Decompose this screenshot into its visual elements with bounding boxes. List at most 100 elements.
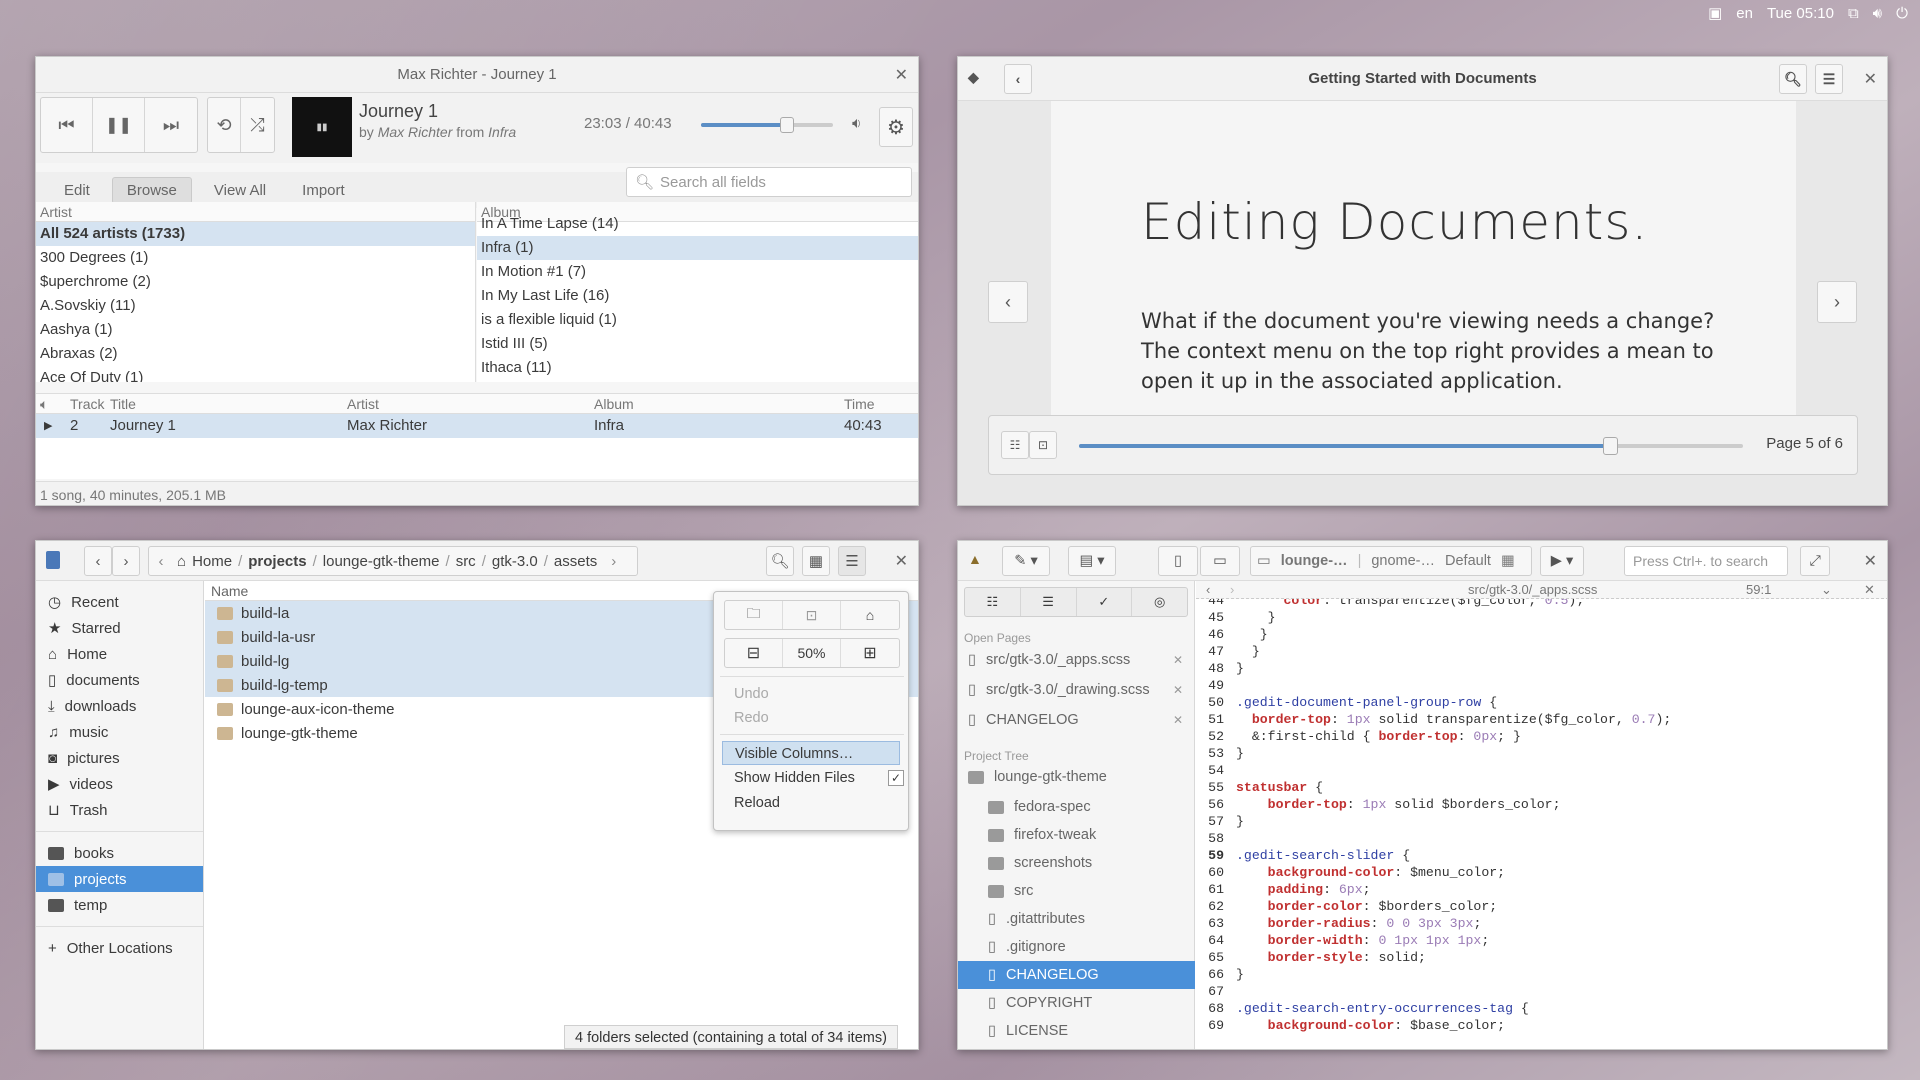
tree-item[interactable]: ▯ .gitattributes	[958, 905, 1195, 933]
sidebar-other-locations[interactable]: + Other Locations	[36, 935, 203, 961]
tree-item[interactable]: ▯ CHANGELOG	[958, 961, 1195, 989]
save-button[interactable]: ▤ ▾	[1068, 546, 1116, 576]
back-button[interactable]: ‹	[84, 546, 112, 576]
menu-undo[interactable]: Undo	[734, 686, 769, 702]
scheme-icon[interactable]: ▦	[1501, 553, 1515, 569]
album-row[interactable]: Istid III (5)	[477, 332, 918, 356]
repeat-button[interactable]: ⟲	[208, 98, 241, 152]
path-projects[interactable]: projects	[248, 553, 306, 570]
git-tab[interactable]: ◎	[1132, 588, 1187, 616]
power-icon[interactable]: ⏻	[1896, 5, 1908, 22]
open-page-item[interactable]: ▯ src/gtk-3.0/_drawing.scss ✕	[958, 675, 1195, 705]
menu-button[interactable]: ☰	[838, 546, 866, 576]
symbols-tab[interactable]: ☰	[1021, 588, 1077, 616]
tree-root[interactable]: lounge-gtk-theme	[958, 763, 1195, 791]
sidebar-item-downloads[interactable]: ⤓ downloads	[36, 693, 203, 719]
outline-button[interactable]: ☷	[1001, 431, 1029, 459]
tab-import[interactable]: Import	[288, 178, 359, 203]
search-button[interactable]: 🔍︎	[1779, 64, 1807, 94]
zoom-in-button[interactable]: ⊞	[841, 639, 899, 667]
close-doc-icon[interactable]: ✕	[1864, 582, 1875, 598]
path-gtk3[interactable]: gtk-3.0	[492, 553, 538, 570]
next-doc-arrow[interactable]: ›	[1230, 582, 1234, 597]
language-indicator[interactable]: en	[1736, 5, 1753, 22]
sidebar-item-recent[interactable]: ◷ Recent	[36, 589, 203, 615]
album-row[interactable]: IX (9)	[477, 380, 918, 382]
col-title[interactable]: Title	[110, 394, 347, 413]
artist-row[interactable]: 300 Degrees (1)	[36, 246, 475, 270]
code-view[interactable]: 44 color: transparentize($fg_color, 0.5)…	[1196, 599, 1887, 1049]
tab-view-all[interactable]: View All	[200, 178, 280, 203]
close-page-icon[interactable]: ✕	[1173, 683, 1183, 697]
close-icon[interactable]: ✕	[1864, 69, 1877, 89]
album-row[interactable]: Ithaca (11)	[477, 356, 918, 380]
path-home[interactable]: Home	[192, 553, 232, 570]
table-row[interactable]: ▶ 2 Journey 1 Max Richter Infra 40:43	[36, 414, 918, 438]
sidebar-item-starred[interactable]: ★ Starred	[36, 615, 203, 641]
tree-item[interactable]: src	[958, 877, 1195, 905]
pause-button[interactable]: ❚❚	[93, 98, 145, 152]
show-hidden-checkbox[interactable]: ✓	[888, 770, 904, 786]
close-icon[interactable]: ✕	[895, 551, 908, 571]
path-assets[interactable]: assets	[554, 553, 597, 570]
tree-item[interactable]: ▯ COPYRIGHT	[958, 989, 1195, 1017]
scheme-label[interactable]: Default	[1445, 553, 1491, 569]
clipboard-icon[interactable]: ▣	[1708, 4, 1722, 22]
col-album[interactable]: Album	[594, 394, 844, 413]
tools-button[interactable]: ✎ ▾	[1002, 546, 1050, 576]
sidebar-item-pictures[interactable]: ◙ pictures	[36, 745, 203, 771]
path-lounge-gtk-theme[interactable]: lounge-gtk-theme	[323, 553, 440, 570]
volume-icon[interactable]: 🔉︎	[852, 115, 861, 132]
open-page-item[interactable]: ▯ src/gtk-3.0/_apps.scss ✕	[958, 645, 1195, 675]
close-icon[interactable]: ✕	[895, 65, 908, 85]
album-list[interactable]: Album In A Time Lapse (14) Infra (1) In Mo…	[477, 202, 918, 382]
artist-row[interactable]: Aashya (1)	[36, 318, 475, 342]
previous-button[interactable]: ⏮	[41, 98, 93, 152]
tab-edit[interactable]: Edit	[50, 178, 104, 203]
tree-item[interactable]: screenshots	[958, 849, 1195, 877]
sidebar-item-videos[interactable]: ▶ videos	[36, 771, 203, 797]
artist-row[interactable]: Ace Of Duty (1)	[36, 366, 475, 382]
next-page-button[interactable]: ›	[1817, 281, 1857, 323]
view-toggle-button[interactable]: ▦	[802, 546, 830, 576]
bookmark-button[interactable]: ⊡	[1029, 431, 1057, 459]
zoom-level[interactable]: 50%	[783, 639, 841, 667]
documents-tab[interactable]: ☷	[965, 588, 1021, 616]
bookmark-button[interactable]: ⊡	[783, 601, 841, 629]
album-row[interactable]: is a flexible liquid (1)	[477, 308, 918, 332]
page-slider[interactable]	[1079, 437, 1743, 455]
col-track[interactable]: Track	[70, 394, 110, 413]
menu-show-hidden[interactable]: Show Hidden Files ✓	[734, 770, 904, 786]
tab-lounge[interactable]: lounge-…	[1281, 553, 1348, 569]
run-button[interactable]: ▶ ▾	[1540, 546, 1584, 576]
side-panel-toggle[interactable]: ▯	[1158, 546, 1198, 576]
close-page-icon[interactable]: ✕	[1173, 653, 1183, 667]
back-button[interactable]: ‹	[1004, 64, 1032, 94]
prev-doc-arrow[interactable]: ‹	[1206, 582, 1210, 597]
volume-icon[interactable]: 🔊︎	[1873, 5, 1882, 22]
tree-item[interactable]: fedora-spec	[958, 793, 1195, 821]
menu-visible-columns[interactable]: Visible Columns…	[722, 741, 900, 765]
tree-item[interactable]: firefox-tweak	[958, 821, 1195, 849]
close-icon[interactable]: ✕	[1864, 551, 1877, 571]
sidebar-item-projects[interactable]: projects	[36, 866, 203, 892]
sidebar-item-documents[interactable]: ▯ documents	[36, 667, 203, 693]
track-list[interactable]: 🔈︎ Track Title Artist Album Time ▶ 2 Journ…	[36, 393, 918, 479]
menu-reload[interactable]: Reload	[734, 795, 780, 811]
search-input[interactable]: Press Ctrl+. to search	[1624, 546, 1788, 576]
artist-header[interactable]: Artist	[36, 202, 475, 222]
album-row[interactable]: Infra (1)	[477, 236, 918, 260]
volume-slider[interactable]	[701, 117, 833, 133]
sidebar-item-books[interactable]: books	[36, 840, 203, 866]
forward-button[interactable]: ›	[112, 546, 140, 576]
col-artist[interactable]: Artist	[347, 394, 594, 413]
sidebar-item-trash[interactable]: ⊔ Trash	[36, 797, 203, 823]
artist-row[interactable]: A.Sovskiy (11)	[36, 294, 475, 318]
fullscreen-button[interactable]: ⤢	[1800, 546, 1830, 576]
tab-browse[interactable]: Browse	[111, 176, 192, 204]
close-page-icon[interactable]: ✕	[1173, 713, 1183, 727]
zoom-out-button[interactable]: ⊟	[725, 639, 783, 667]
search-input[interactable]: 🔍︎ Search all fields	[626, 167, 912, 197]
path-src[interactable]: src	[456, 553, 476, 570]
next-button[interactable]: ⏭	[145, 98, 197, 152]
